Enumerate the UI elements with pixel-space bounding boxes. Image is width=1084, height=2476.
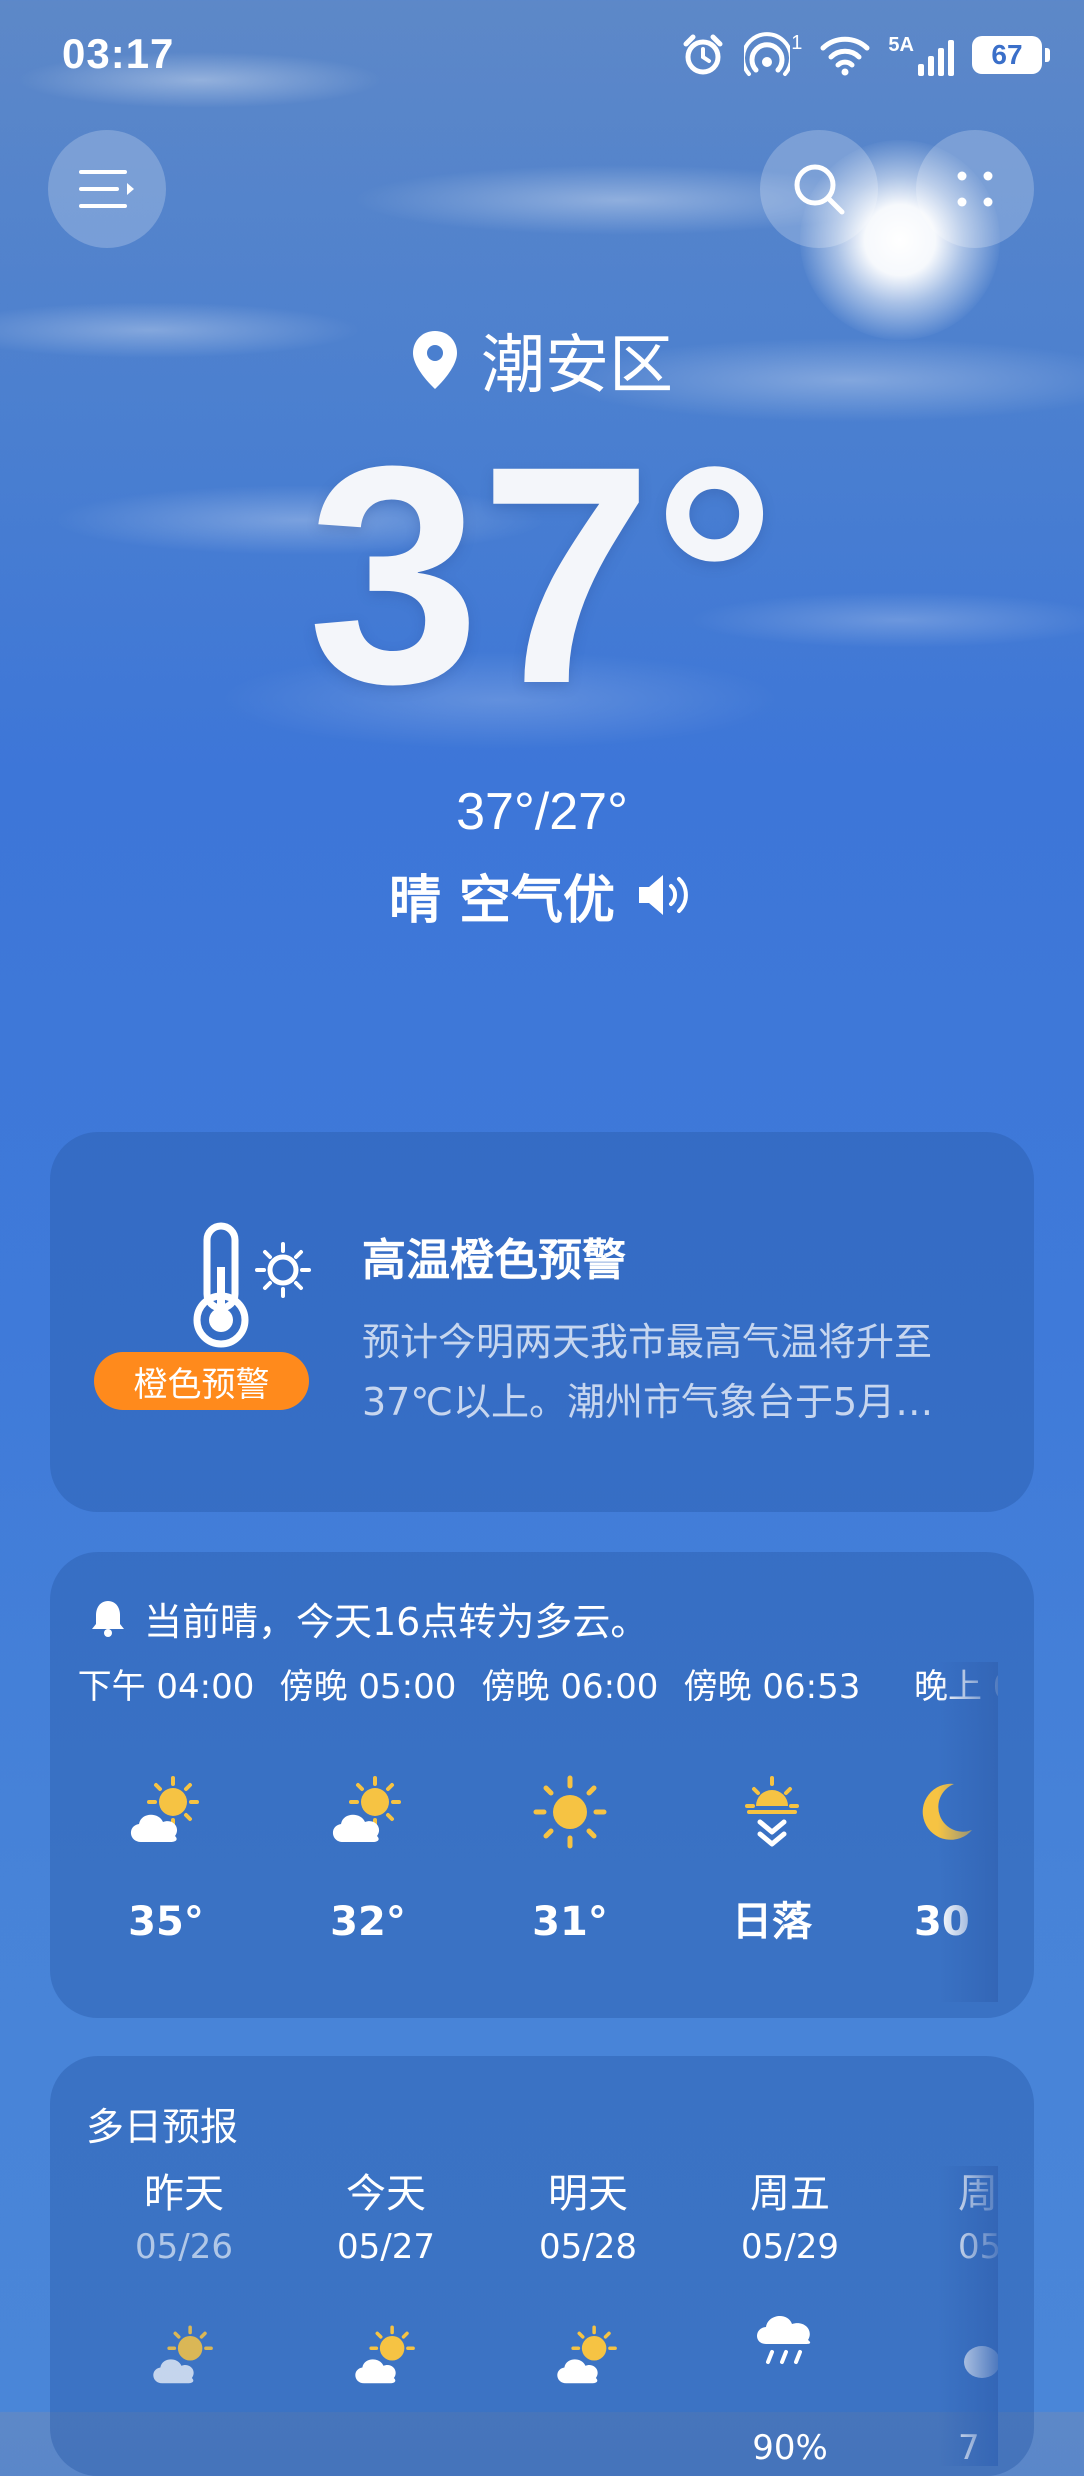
menu-icon (79, 170, 134, 208)
hour-temperature: 31° (532, 1899, 608, 1945)
signal-bar-icon (928, 56, 934, 76)
temperature-range: 37°/27° (456, 783, 628, 841)
hour-temperature: 日落 (732, 1899, 812, 1945)
warning-title: 高温橙色预警 (362, 1235, 626, 1286)
signal-bar-icon (918, 64, 924, 76)
hourly-scroll[interactable]: 下午 04:00 35° 傍晚 05:00 32° 傍晚 06:00 31° 傍… (50, 1662, 998, 2002)
day-date: 05/26 (135, 2227, 233, 2267)
rain-icon (757, 2316, 811, 2364)
partly-cloudy-icon (130, 1776, 199, 1842)
warning-body: 预计今明两天我市最高气温将升至37℃以上。潮州市气象台于5月… (362, 1320, 934, 1424)
partly-cloudy-icon (355, 2325, 415, 2384)
day-item[interactable]: 昨天 05/26 (84, 2166, 284, 2402)
search-button[interactable] (760, 130, 878, 248)
condition-row: 晴 空气优 (0, 860, 1084, 931)
hour-time: 下午 04:00 (77, 1667, 255, 1707)
search-icon (794, 164, 845, 215)
sunset-icon (745, 1776, 799, 1847)
day-date: 05/29 (741, 2227, 839, 2267)
hour-item: 下午 04:00 35° (66, 1662, 266, 1952)
scroll-fade (938, 1662, 998, 2002)
day-name: 昨天 (144, 2171, 224, 2217)
location-row[interactable]: 潮安区 (0, 320, 1084, 403)
location-pin-icon (413, 331, 457, 389)
day-item[interactable]: 今天 05/27 (286, 2166, 486, 2402)
battery-level: 67 (991, 39, 1023, 70)
daily-title: 多日预报 (86, 2105, 239, 2149)
hour-item: 傍晚 05:00 32° (268, 1662, 468, 1952)
hourly-forecast-card[interactable]: 当前晴，今天16点转为多云。 下午 04:00 35° 傍晚 05:00 32°… (50, 1552, 1034, 2018)
sun-icon (533, 1775, 607, 1849)
day-date: 05/27 (337, 2227, 435, 2267)
day-date: 05/28 (539, 2227, 637, 2267)
hour-temperature: 35° (128, 1899, 204, 1945)
signal-bar-icon (938, 48, 944, 76)
hourly-summary: 当前晴，今天16点转为多云。 (144, 1599, 649, 1644)
hour-item: 傍晚 06:53 日落 (672, 1662, 872, 1952)
current-temperature: 37° (307, 401, 777, 748)
condition-text: 晴 空气优 (388, 870, 616, 931)
wifi-icon (820, 36, 870, 76)
hourly-summary-row: 当前晴，今天16点转为多云。 (90, 1590, 648, 1646)
battery-indicator: 67 (972, 36, 1050, 74)
hour-temperature: 32° (330, 1899, 406, 1945)
day-name: 明天 (548, 2171, 628, 2217)
thermometer-sun-icon (193, 1222, 311, 1348)
day-name: 今天 (346, 2171, 426, 2217)
warning-badge-text: 橙色预警 (133, 1364, 270, 1405)
day-item[interactable]: 明天 05/28 (488, 2166, 688, 2402)
hotspot-count: 1 (791, 32, 803, 54)
daily-forecast-card[interactable]: 多日预报 昨天 05/26 今天 05/27 明天 05/28 周五 05/29… (50, 2056, 1034, 2476)
network-label: 5A (888, 34, 914, 56)
grid-dots-icon (957, 171, 993, 207)
warning-card[interactable]: 橙色预警 高温橙色预警 预计今明两天我市最高气温将升至37℃以上。潮州市气象台于… (50, 1132, 1034, 1512)
warning-level-badge: 橙色预警 (94, 1352, 309, 1410)
bell-icon (92, 1601, 124, 1637)
cellular-signal: 5A (888, 34, 954, 76)
menu-button[interactable] (48, 130, 166, 248)
alarm-icon (683, 34, 723, 75)
partly-cloudy-icon (332, 1776, 401, 1842)
more-button[interactable] (916, 130, 1034, 248)
speaker-icon[interactable] (635, 870, 695, 920)
partly-cloudy-icon (557, 2325, 617, 2384)
status-time: 03:17 (62, 30, 175, 77)
hour-time: 傍晚 06:53 (683, 1667, 861, 1707)
day-name: 周五 (750, 2171, 830, 2217)
hour-item: 傍晚 06:00 31° (470, 1662, 670, 1952)
scroll-fade (938, 2166, 998, 2466)
hotspot-icon: 1 (744, 32, 802, 78)
signal-bar-icon (948, 40, 954, 76)
hour-time: 傍晚 06:00 (481, 1667, 659, 1707)
hour-time: 傍晚 05:00 (279, 1667, 457, 1707)
partly-cloudy-icon (153, 2325, 213, 2384)
precipitation-chance: 90% (752, 2428, 828, 2466)
daily-scroll[interactable]: 昨天 05/26 今天 05/27 明天 05/28 周五 05/29 90% (50, 2166, 998, 2466)
status-icons: 1 5A 67 (680, 30, 1050, 80)
location-name: 潮安区 (481, 329, 673, 403)
day-item[interactable]: 周五 05/29 90% (690, 2166, 890, 2466)
